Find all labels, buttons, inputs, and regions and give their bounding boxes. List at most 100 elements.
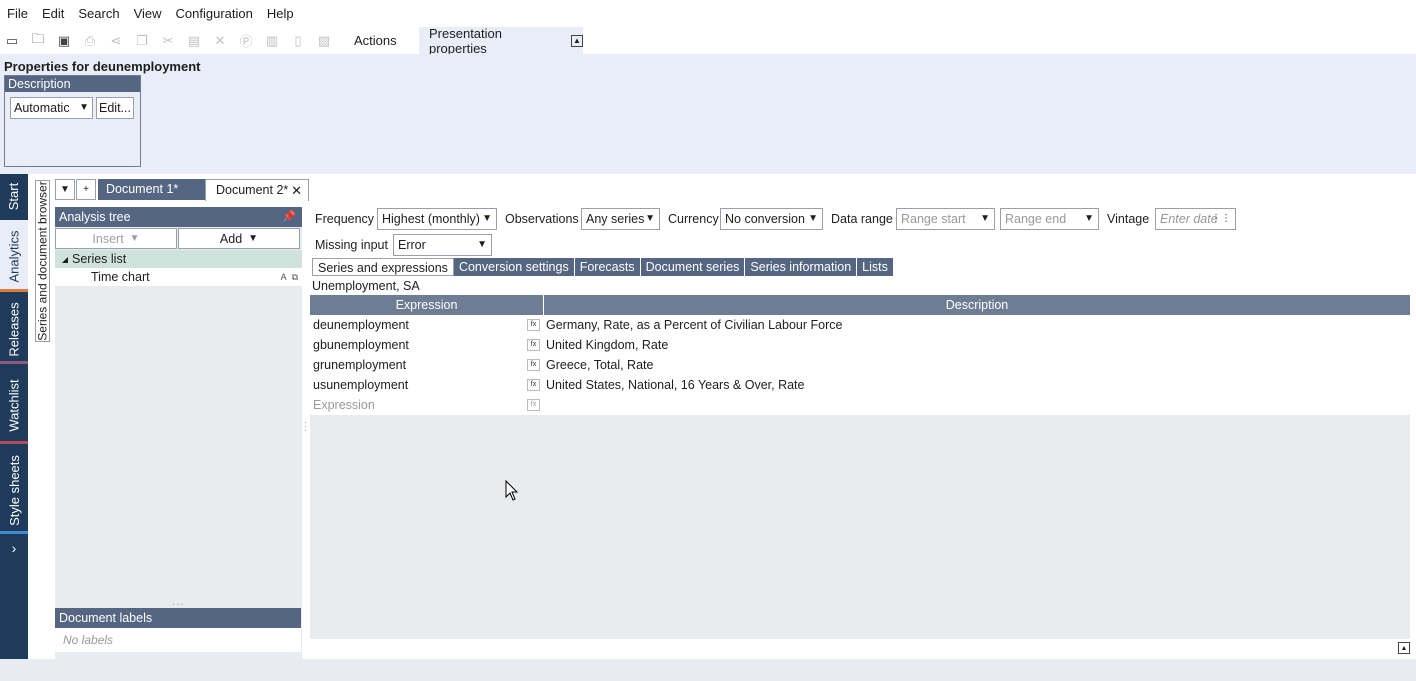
currency-label: Currency [668,212,719,226]
expression-cell[interactable]: gbunemployment [313,338,409,352]
presentation-p-icon[interactable]: Ⓟ [238,33,254,49]
new-document-icon[interactable]: ▭ [4,33,20,49]
collapse-up-icon[interactable]: ▲ [571,34,583,47]
panel-splitter-icon[interactable]: · · · [304,418,307,435]
side-tab-analytics[interactable]: Analytics [0,220,28,292]
format-icon[interactable]: ▨ [316,33,332,49]
menu-search[interactable]: Search [78,6,119,21]
tab-conversion-settings[interactable]: Conversion settings [453,258,575,276]
add-button[interactable]: Add ▼ [178,228,300,249]
pin-icon[interactable]: 📌 [282,207,296,227]
properties-title: Properties for deunemployment [4,59,201,74]
copy-icon[interactable]: ❐ [134,33,150,49]
fx-icon[interactable]: fx [527,359,540,371]
expression-cell[interactable]: deunemployment [313,318,409,332]
side-tab-start-label: Start [6,182,22,210]
new-expression-row[interactable]: Expression fx [310,395,1410,415]
tab-document-series[interactable]: Document series [640,258,746,276]
expression-cell[interactable]: usunemployment [313,378,408,392]
table-row[interactable]: gbunemployment fx United Kingdom, Rate [310,335,1410,355]
watchlist-accent-bar [0,441,28,444]
releases-accent-bar [0,361,28,364]
print-icon[interactable]: ⎙ [82,33,98,49]
menu-edit[interactable]: Edit [42,6,64,21]
range-end-select[interactable]: Range end ▼ [1000,208,1099,230]
mouse-cursor-icon [505,480,519,501]
description-edit-button[interactable]: Edit... [96,97,134,119]
menu-file[interactable]: File [7,6,28,21]
series-list-title[interactable]: Unemployment, SA [312,279,420,293]
close-tab-icon[interactable]: ✕ [291,180,302,201]
fx-icon[interactable]: fx [527,339,540,351]
presentation-properties-tab[interactable]: Presentation properties ▲ [419,25,583,56]
expression-cell[interactable]: grunemployment [313,358,406,372]
expand-chevron-icon[interactable]: › [0,537,28,559]
side-tab-style-sheets[interactable]: Style sheets [0,446,28,534]
fx-icon[interactable]: fx [527,319,540,331]
tab-document-1[interactable]: Document 1* [98,179,205,200]
save-icon[interactable]: ▣ [56,33,72,49]
frequency-label: Frequency [315,212,375,226]
paste-icon[interactable]: ▤ [186,33,202,49]
chevron-down-icon: ▼ [645,213,655,224]
currency-select[interactable]: No conversion ▼ [720,208,823,230]
column-header-expression[interactable]: Expression [310,295,544,315]
tab-series-information[interactable]: Series information [745,258,858,276]
actions-menu[interactable]: Actions [354,33,397,48]
tab-document-2[interactable]: Document 2* ✕ [205,179,309,201]
vintage-date-input[interactable]: Enter date ⋮⋮ [1155,208,1236,230]
series-document-browser-tab[interactable]: Series and document browser [35,180,50,342]
chevron-down-icon: ▼ [482,213,492,224]
collapse-triangle-icon[interactable]: ◢ [58,255,72,264]
document-tabs: ▼ + Document 1* Document 2* ✕ [55,179,309,201]
chevron-down-icon: ▼ [808,213,818,224]
tab-document-2-label: Document 2* [216,183,289,197]
side-tab-style-sheets-label: Style sheets [6,454,22,526]
tab-lists[interactable]: Lists [857,258,894,276]
side-tab-watchlist[interactable]: Watchlist [0,366,28,444]
cut-icon[interactable]: ✂ [160,33,176,49]
menu-view[interactable]: View [134,6,162,21]
tree-item-time-chart[interactable]: Time chart A ⧉ [55,268,302,286]
data-range-label: Data range [831,212,893,226]
new-expression-input[interactable]: Expression [313,398,375,412]
description-mode-select[interactable]: Automatic ▼ [10,97,93,119]
presentation-properties-label: Presentation properties [429,25,502,56]
status-bar [0,659,1416,681]
tab-forecasts[interactable]: Forecasts [574,258,641,276]
vintage-placeholder: Enter date [1160,212,1218,226]
bar-chart-icon[interactable]: ▥ [264,33,280,49]
calendar-icon[interactable]: ⋮⋮ [1211,209,1231,229]
menu-bar: File Edit Search View Configuration Help [0,0,1416,27]
insert-button[interactable]: Insert ▼ [55,228,177,249]
insert-button-label: Insert [92,231,124,246]
observations-select[interactable]: Any series ▼ [581,208,660,230]
tab-list-dropdown-icon[interactable]: ▼ [55,179,75,200]
column-icon[interactable]: ▯ [290,33,306,49]
description-cell-empty [544,395,1410,415]
new-tab-plus-icon[interactable]: + [76,179,96,200]
side-tab-releases[interactable]: Releases [0,294,28,364]
series-list-view: Frequency Highest (monthly) ▼ Observatio… [309,207,1411,659]
chevron-down-icon: ▼ [79,102,89,113]
open-folder-icon[interactable]: 🗀 [30,31,46,49]
table-row[interactable]: deunemployment fx Germany, Rate, as a Per… [310,315,1410,335]
table-row[interactable]: usunemployment fx United States, National… [310,375,1410,395]
menu-help[interactable]: Help [267,6,294,21]
fx-icon[interactable]: fx [527,379,540,391]
share-icon[interactable]: ⋖ [108,33,124,49]
range-start-select[interactable]: Range start ▼ [896,208,995,230]
chevron-down-icon: ▼ [980,213,990,224]
column-header-description[interactable]: Description [544,295,1410,315]
tab-series-and-expressions[interactable]: Series and expressions [312,258,454,276]
frequency-select[interactable]: Highest (monthly) ▼ [377,208,497,230]
table-row[interactable]: grunemployment fx Greece, Total, Rate [310,355,1410,375]
menu-configuration[interactable]: Configuration [176,6,253,21]
side-tab-start[interactable]: Start [0,174,28,218]
delete-icon[interactable]: ✕ [212,33,228,49]
scroll-up-icon[interactable]: ▲ [1398,642,1410,654]
fx-icon[interactable]: fx [527,399,540,411]
missing-input-select[interactable]: Error ▼ [393,234,492,256]
filter-bar: Frequency Highest (monthly) ▼ Observatio… [309,207,1411,257]
tree-item-series-list[interactable]: ◢ Series list [55,250,302,268]
